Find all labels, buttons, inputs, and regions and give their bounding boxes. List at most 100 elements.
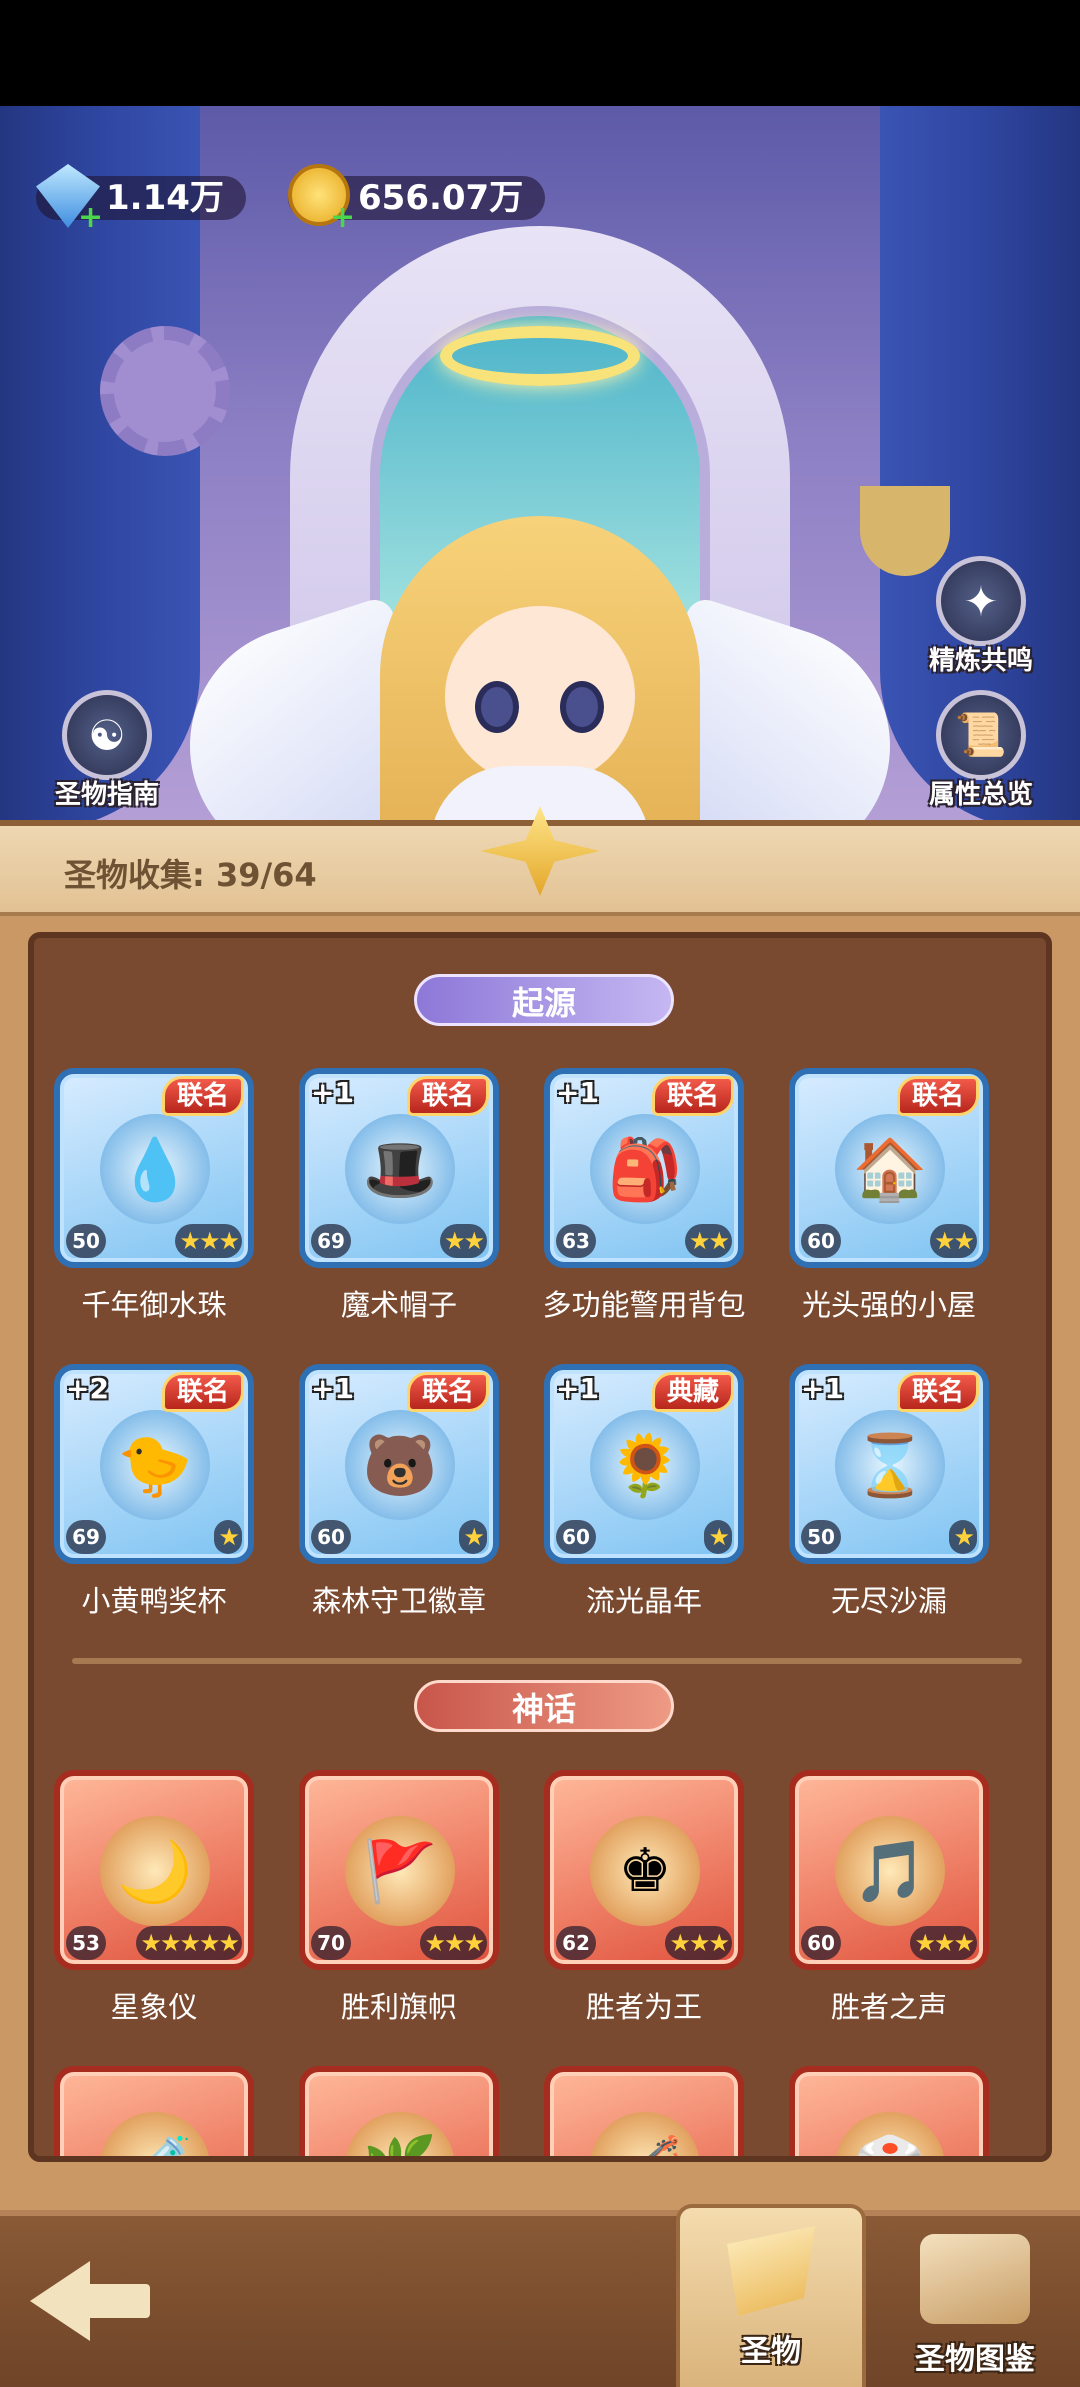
relic-name: 无尽沙漏 <box>830 1584 947 1618</box>
refine-resonance-button[interactable]: ✦ 精炼共鸣 <box>916 556 1046 677</box>
plus-icon[interactable]: + <box>330 200 355 235</box>
gem-counter[interactable]: + 1.14万 <box>36 164 246 235</box>
relic-card[interactable]: 🎲 <box>789 2066 989 2156</box>
relic-card[interactable]: 🎵 60 ★★★ 胜者之声 <box>789 1770 989 2026</box>
relic-card[interactable]: 🌙 53 ★★★★★ 星象仪 <box>54 1770 254 2026</box>
relic-card-frame: 🎩 联名 +1 69 ★★ <box>299 1068 499 1268</box>
relic-card[interactable]: 🧪 <box>54 2066 254 2156</box>
snow-globe-icon: 🌻 <box>590 1410 700 1520</box>
tab-relics[interactable]: 圣物 <box>676 2204 866 2387</box>
collab-tag-badge: 联名 <box>896 1372 979 1412</box>
relic-card-frame: ⌛ 联名 +1 50 ★ <box>789 1364 989 1564</box>
relic-level-badge: 60 <box>556 1520 596 1554</box>
relic-panel: 圣物收集: 39/64 起源 💧 联名 50 ★★★ 千年御水珠 🎩 联名 +1 69 ★★ 魔术帽… <box>0 806 1080 2210</box>
relic-card-frame: 🏠 联名 60 ★★ <box>789 1068 989 1268</box>
status-bar <box>0 0 1080 106</box>
collab-tag-badge: 联名 <box>896 1076 979 1116</box>
plus-icon[interactable]: + <box>78 200 103 235</box>
relic-card[interactable]: 🐤 联名 +2 69 ★ 小黄鸭奖杯 <box>54 1364 254 1620</box>
star-rating: ★★★★★ <box>136 1926 242 1960</box>
bear-badge-icon: 🐻 <box>345 1410 455 1520</box>
star-rating: ★★★ <box>420 1926 487 1960</box>
relic-level-badge: 69 <box>311 1224 351 1258</box>
relic-name: 流光晶年 <box>585 1584 702 1618</box>
relic-card[interactable]: 🎒 联名 +1 63 ★★ 多功能警用背包 <box>542 1068 746 1324</box>
relic-level-badge: 62 <box>556 1926 596 1960</box>
backpack-icon: 🎒 <box>590 1114 700 1224</box>
star-rating: ★★★ <box>665 1926 732 1960</box>
relic-name: 森林守卫徽章 <box>311 1584 486 1618</box>
compass-star-icon: ✦ <box>936 556 1026 646</box>
origin-grid: 💧 联名 50 ★★★ 千年御水珠 🎩 联名 +1 69 ★★ 魔术帽子 🎒 联名 +1 63 ★★ 多功能警用… <box>54 1068 989 1620</box>
leaf-icon: 🌿 <box>345 2112 455 2156</box>
tab-relics-label: 圣物 <box>741 2334 801 2369</box>
book-icon <box>920 2234 1030 2324</box>
water-orb-icon: 💧 <box>100 1114 210 1224</box>
collab-tag-badge: 联名 <box>406 1372 489 1412</box>
star-rating: ★★★ <box>175 1224 242 1258</box>
relic-card[interactable]: 🌻 典藏 +1 60 ★ 流光晶年 <box>544 1364 744 1620</box>
gear-decoration-icon <box>100 326 230 456</box>
enhance-level: +1 <box>556 1076 599 1109</box>
relic-name: 星象仪 <box>110 1990 198 2024</box>
relic-card-frame: 🌻 典藏 +1 60 ★ <box>544 1364 744 1564</box>
cabin-icon: 🏠 <box>835 1114 945 1224</box>
star-rating: ★★ <box>439 1224 487 1258</box>
relic-card-frame: ♚ 62 ★★★ <box>544 1770 744 1970</box>
refine-resonance-label: 精炼共鸣 <box>928 646 1033 676</box>
relic-card[interactable]: ♚ 62 ★★★ 胜者为王 <box>544 1770 744 2026</box>
relic-card[interactable]: 🚩 70 ★★★ 胜利旗帜 <box>299 1770 499 2026</box>
harp-icon: 🎻 <box>590 2112 700 2156</box>
angel-eye <box>475 681 519 733</box>
relic-level-badge: 60 <box>801 1926 841 1960</box>
relic-card[interactable]: 💧 联名 50 ★★★ 千年御水珠 <box>54 1068 254 1324</box>
angel-face <box>445 606 635 786</box>
relic-horn-icon <box>727 2226 815 2316</box>
relic-card[interactable]: 🎩 联名 +1 69 ★★ 魔术帽子 <box>299 1068 499 1324</box>
enhance-level: +2 <box>66 1372 109 1405</box>
collab-tag-badge: 联名 <box>651 1076 734 1116</box>
enhance-level: +1 <box>311 1372 354 1405</box>
relic-list[interactable]: 起源 💧 联名 50 ★★★ 千年御水珠 🎩 联名 +1 69 ★★ 魔术帽子 🎒 联名 +1 63 ★★ 多功… <box>28 932 1052 2162</box>
relic-name: 小黄鸭奖杯 <box>81 1584 227 1618</box>
hourglass-icon: ⌛ <box>835 1410 945 1520</box>
back-button[interactable] <box>30 2256 150 2346</box>
back-arrow-shaft <box>80 2284 150 2318</box>
star-rating: ★ <box>704 1520 732 1554</box>
relic-card[interactable]: 🌿 <box>299 2066 499 2156</box>
relic-card-frame: 🎻 <box>544 2066 744 2156</box>
relic-card-frame: 💧 联名 50 ★★★ <box>54 1068 254 1268</box>
dice-icon: 🎲 <box>835 2112 945 2156</box>
astrolabe-icon: 🌙 <box>100 1816 210 1926</box>
relic-name: 光头强的小屋 <box>801 1288 976 1322</box>
guide-icon: ☯ <box>62 690 152 780</box>
star-rating: ★ <box>459 1520 487 1554</box>
relic-card-frame: 🌿 <box>299 2066 499 2156</box>
collab-tag-badge: 联名 <box>406 1076 489 1116</box>
halo-icon <box>440 326 640 386</box>
star-rating: ★★★ <box>910 1926 977 1960</box>
relic-card-frame: 🐻 联名 +1 60 ★ <box>299 1364 499 1564</box>
enhance-level: +1 <box>801 1372 844 1405</box>
relic-card[interactable]: 🎻 <box>544 2066 744 2156</box>
relic-card-frame: 🌙 53 ★★★★★ <box>54 1770 254 1970</box>
relic-card-frame: 🧪 <box>54 2066 254 2156</box>
collab-tag-badge: 联名 <box>161 1076 244 1116</box>
potion-icon: 🧪 <box>100 2112 210 2156</box>
relic-card-frame: 🚩 70 ★★★ <box>299 1770 499 1970</box>
attribute-overview-label: 属性总览 <box>928 780 1033 810</box>
gold-counter[interactable]: + 656.07万 <box>288 164 546 235</box>
section-divider <box>72 1658 1022 1664</box>
relic-card[interactable]: 🏠 联名 60 ★★ 光头强的小屋 <box>789 1068 989 1324</box>
relic-card[interactable]: 🐻 联名 +1 60 ★ 森林守卫徽章 <box>299 1364 499 1620</box>
relic-guide-label: 圣物指南 <box>54 780 159 810</box>
collection-progress: 圣物收集: 39/64 <box>64 856 317 894</box>
relic-card[interactable]: ⌛ 联名 +1 50 ★ 无尽沙漏 <box>789 1364 989 1620</box>
relic-level-badge: 53 <box>66 1926 106 1960</box>
relic-name: 胜者为王 <box>585 1990 702 2024</box>
relic-guide-button[interactable]: ☯ 圣物指南 <box>42 690 172 811</box>
tab-relic-codex[interactable]: 圣物图鉴 <box>880 2216 1070 2387</box>
myth-grid: 🌙 53 ★★★★★ 星象仪 🚩 70 ★★★ 胜利旗帜 ♚ 62 ★★★ 胜者为王 🎵 60 ★★★ 胜者之… <box>54 1770 989 2156</box>
bottom-bar: 圣物 圣物图鉴 <box>0 2204 1080 2387</box>
attribute-overview-button[interactable]: 📜 属性总览 <box>916 690 1046 811</box>
